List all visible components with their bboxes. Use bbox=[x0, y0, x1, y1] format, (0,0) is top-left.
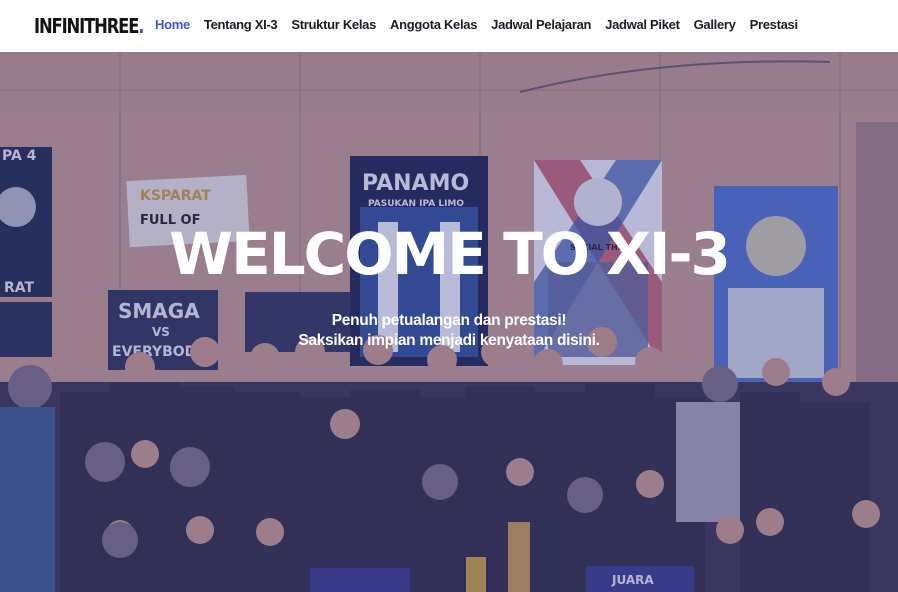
nav-gallery[interactable]: Gallery bbox=[694, 17, 736, 33]
logo-dot: . bbox=[138, 14, 144, 38]
top-navbar: INFINITHREE. Home Tentang XI-3 Struktur … bbox=[0, 0, 898, 52]
nav-anggota-kelas[interactable]: Anggota Kelas bbox=[390, 17, 477, 33]
hero-subtitle-line1: Penuh petualangan dan prestasi! bbox=[331, 312, 567, 329]
nav-menu: Home Tentang XI-3 Struktur Kelas Anggota… bbox=[155, 17, 812, 33]
nav-home[interactable]: Home bbox=[155, 17, 190, 33]
nav-tentang[interactable]: Tentang XI-3 bbox=[204, 17, 278, 33]
logo-text: INFINITHREE bbox=[34, 14, 139, 38]
hero-subtitle-line2: Saksikan impian menjadi kenyataan disini… bbox=[298, 332, 600, 349]
nav-jadwal-piket[interactable]: Jadwal Piket bbox=[605, 17, 680, 33]
nav-prestasi[interactable]: Prestasi bbox=[750, 17, 799, 33]
hero-title: WELCOME TO XI-3 bbox=[169, 220, 731, 288]
site-logo[interactable]: INFINITHREE. bbox=[34, 14, 145, 38]
nav-jadwal-pelajaran[interactable]: Jadwal Pelajaran bbox=[491, 17, 591, 33]
hero-section: PA 4 RAT KSPARAT FULL OF PANAMO PASUKAN … bbox=[0, 52, 898, 592]
nav-struktur-kelas[interactable]: Struktur Kelas bbox=[291, 17, 376, 33]
